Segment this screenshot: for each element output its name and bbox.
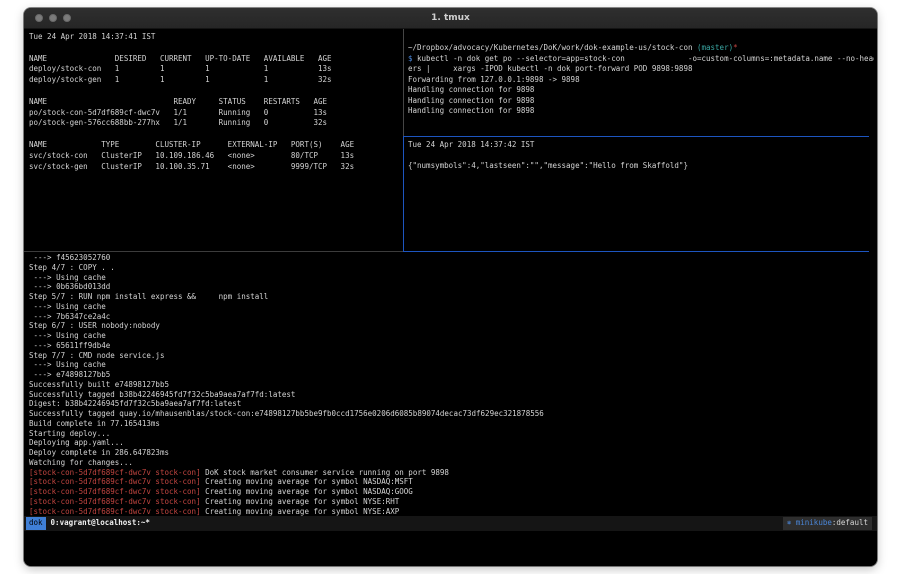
terminal-line: deploy/stock-con 1 1 1 1 13s (29, 64, 401, 75)
pane-border-horizontal-right[interactable] (403, 136, 869, 137)
terminal-line: ---> Using cache (29, 360, 871, 370)
terminal-line: NAME DESIRED CURRENT UP-TO-DATE AVAILABL… (29, 54, 401, 65)
terminal-line: svc/stock-gen ClusterIP 10.100.35.71 <no… (29, 162, 401, 173)
terminal-line: [stock-con-5d7df689cf-dwc7v stock-con] C… (29, 497, 871, 507)
pane-consumer-output[interactable]: Tue 24 Apr 2018 14:37:42 IST {"numsymbol… (408, 140, 874, 249)
pane-border-vertical-bottom[interactable] (403, 137, 404, 251)
terminal-window: 1. tmux Tue 24 Apr 2018 14:37:41 IST NAM… (24, 8, 877, 566)
pane-border-horizontal-left[interactable] (24, 251, 403, 252)
terminal-line: NAME TYPE CLUSTER-IP EXTERNAL-IP PORT(S)… (29, 140, 401, 151)
terminal-line: Handling connection for 9898 (408, 85, 874, 96)
terminal-line: ers | xargs -IPOD kubectl -n dok port-fo… (408, 64, 874, 75)
terminal-line: ---> Using cache (29, 273, 871, 283)
kube-namespace-label: :default (832, 518, 868, 527)
terminal-line: Step 6/7 : USER nobody:nobody (29, 321, 871, 331)
terminal-line: svc/stock-con ClusterIP 10.109.186.46 <n… (29, 151, 401, 162)
terminal-line: deploy/stock-gen 1 1 1 1 32s (29, 75, 401, 86)
terminal-line: Forwarding from 127.0.0.1:9898 -> 9898 (408, 75, 874, 86)
terminal-line (29, 86, 401, 97)
terminal-line: ---> 0b636bd013dd (29, 282, 871, 292)
terminal-line: Watching for changes... (29, 458, 871, 468)
pane-skaffold-build[interactable]: ---> f45623052760Step 4/7 : COPY . . ---… (29, 253, 871, 516)
pane-port-forward[interactable]: ~/Dropbox/advocacy/Kubernetes/DoK/work/d… (408, 43, 874, 135)
terminal-line (29, 129, 401, 140)
terminal-line: ---> f45623052760 (29, 253, 871, 263)
terminal-line: ~/Dropbox/advocacy/Kubernetes/DoK/work/d… (408, 43, 874, 54)
terminal-line: Step 7/7 : CMD node service.js (29, 351, 871, 361)
helm-icon: ⎈ (787, 518, 796, 527)
window-titlebar: 1. tmux (24, 8, 877, 29)
terminal-line: Handling connection for 9898 (408, 96, 874, 107)
status-right: ⎈ minikube:default (783, 517, 872, 530)
terminal-line: Tue 24 Apr 2018 14:37:42 IST (408, 140, 874, 151)
tmux-terminal: Tue 24 Apr 2018 14:37:41 IST NAME DESIRE… (24, 29, 877, 566)
terminal-line: Successfully tagged quay.io/mhausenblas/… (29, 409, 871, 419)
terminal-line: Step 4/7 : COPY . . (29, 263, 871, 273)
pane-border-vertical-top[interactable] (403, 29, 404, 136)
terminal-line: ---> 65611ff9db4e (29, 341, 871, 351)
terminal-line: NAME READY STATUS RESTARTS AGE (29, 97, 401, 108)
session-badge[interactable]: dok (26, 517, 46, 530)
terminal-line: Build complete in 77.165413ms (29, 419, 871, 429)
pane-border-horizontal-main[interactable] (403, 251, 869, 252)
terminal-line: Handling connection for 9898 (408, 106, 874, 117)
kube-context-label: minikube (796, 518, 832, 527)
terminal-line: Starting deploy... (29, 429, 871, 439)
pane-kubectl-watch[interactable]: Tue 24 Apr 2018 14:37:41 IST NAME DESIRE… (29, 32, 401, 250)
terminal-line: [stock-con-5d7df689cf-dwc7v stock-con] D… (29, 468, 871, 478)
terminal-line: [stock-con-5d7df689cf-dwc7v stock-con] C… (29, 487, 871, 497)
terminal-line (29, 43, 401, 54)
terminal-line: $ kubectl -n dok get po --selector=app=s… (408, 54, 874, 65)
terminal-line: po/stock-gen-576cc688bb-277hx 1/1 Runnin… (29, 118, 401, 129)
tmux-status-bar: dok 0:vagrant@localhost:~* ⎈ minikube:de… (24, 516, 877, 531)
terminal-line: ---> 7b6347ce2a4c (29, 312, 871, 322)
status-window-label[interactable]: 0:vagrant@localhost:~* (51, 518, 150, 529)
terminal-line: Deploy complete in 286.647823ms (29, 448, 871, 458)
terminal-line: po/stock-con-5d7df689cf-dwc7v 1/1 Runnin… (29, 108, 401, 119)
terminal-line: Digest: b38b42246945fd7f32c5ba9aea7af7fd… (29, 399, 871, 409)
terminal-line: Deploying app.yaml... (29, 438, 871, 448)
terminal-line: Step 5/7 : RUN npm install express && np… (29, 292, 871, 302)
terminal-line: ---> Using cache (29, 331, 871, 341)
terminal-line: [stock-con-5d7df689cf-dwc7v stock-con] C… (29, 507, 871, 517)
terminal-line: {"numsymbols":4,"lastseen":"","message":… (408, 161, 874, 172)
terminal-line: ---> e74898127bb5 (29, 370, 871, 380)
terminal-line: Successfully tagged b38b42246945fd7f32c5… (29, 390, 871, 400)
terminal-line (408, 151, 874, 162)
terminal-line: Tue 24 Apr 2018 14:37:41 IST (29, 32, 401, 43)
window-title: 1. tmux (24, 13, 877, 23)
terminal-line: ---> Using cache (29, 302, 871, 312)
terminal-line: Successfully built e74898127bb5 (29, 380, 871, 390)
terminal-line: [stock-con-5d7df689cf-dwc7v stock-con] C… (29, 477, 871, 487)
